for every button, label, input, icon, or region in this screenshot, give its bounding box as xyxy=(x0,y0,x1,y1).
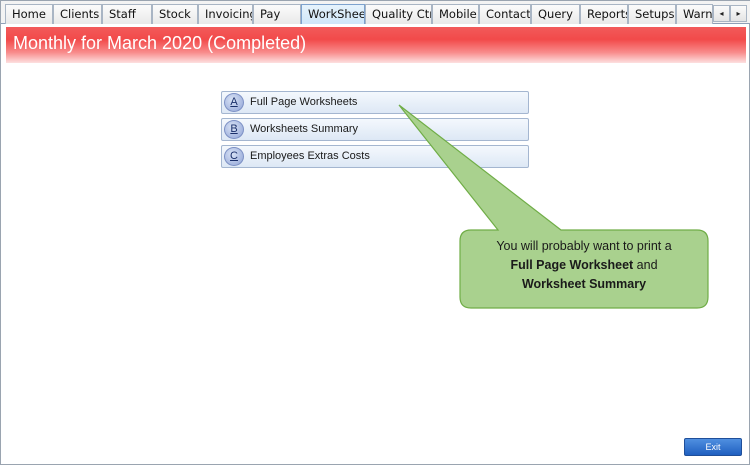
menu-key-badge: B xyxy=(224,120,244,139)
page-header-banner: Monthly for March 2020 (Completed) xyxy=(6,27,746,63)
callout-and: and xyxy=(633,258,658,272)
tab-bar: Home Clients Staff Stock Invoicing Pay W… xyxy=(1,1,750,24)
menu-button-full-page-worksheets[interactable]: A Full Page Worksheets xyxy=(221,91,529,114)
tab-scroll-left-icon[interactable]: ◂ xyxy=(713,5,730,22)
tab-pay[interactable]: Pay xyxy=(253,4,301,24)
tab-invoicing[interactable]: Invoicing xyxy=(198,4,253,24)
menu-key-badge: A xyxy=(224,93,244,112)
tab-mobile[interactable]: Mobile xyxy=(432,4,479,24)
tab-setups[interactable]: Setups xyxy=(628,4,676,24)
exit-button[interactable]: Exit xyxy=(684,438,742,456)
tab-clients[interactable]: Clients xyxy=(53,4,102,24)
tab-quality-ctrl[interactable]: Quality Ctrl xyxy=(365,4,432,24)
menu-label: Employees Extras Costs xyxy=(250,150,370,162)
menu-label: Full Page Worksheets xyxy=(250,96,358,108)
tab-stock[interactable]: Stock xyxy=(152,4,198,24)
callout-line-2: Full Page Worksheet and xyxy=(464,256,704,275)
menu-button-worksheets-summary[interactable]: B Worksheets Summary xyxy=(221,118,529,141)
callout-line-1: You will probably want to print a xyxy=(496,239,672,253)
tab-contacts[interactable]: Contacts xyxy=(479,4,531,24)
tab-query[interactable]: Query xyxy=(531,4,580,24)
callout-text: You will probably want to print a Full P… xyxy=(464,237,704,294)
callout-bold-2: Worksheet Summary xyxy=(521,277,647,291)
menu-key-badge: C xyxy=(224,147,244,166)
callout-line-3: Worksheet Summary xyxy=(464,275,704,294)
tab-staff[interactable]: Staff xyxy=(102,4,152,24)
tab-worksheet[interactable]: WorkSheet xyxy=(301,4,365,24)
menu-button-employees-extras-costs[interactable]: C Employees Extras Costs xyxy=(221,145,529,168)
tab-scroll-right-icon[interactable]: ▸ xyxy=(730,5,747,22)
tab-warnings[interactable]: Warni xyxy=(676,4,713,24)
app-window: Home Clients Staff Stock Invoicing Pay W… xyxy=(0,0,750,465)
callout-bold-1: Full Page Worksheet xyxy=(510,258,634,272)
menu-label: Worksheets Summary xyxy=(250,123,358,135)
tab-home[interactable]: Home xyxy=(5,4,53,24)
tab-reports[interactable]: Reports xyxy=(580,4,628,24)
callout-bubble xyxy=(398,104,709,309)
page-title: Monthly for March 2020 (Completed) xyxy=(13,33,307,53)
